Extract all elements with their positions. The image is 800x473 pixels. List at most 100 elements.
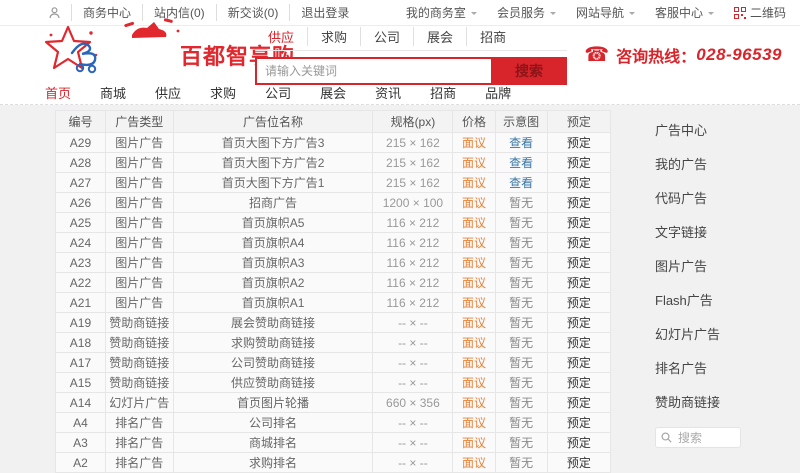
nav-item-home[interactable]: 首页: [45, 83, 71, 102]
topbar-right: 我的商务室 会员服务 网站导航 客服中心 二维码: [406, 4, 786, 21]
phone-icon: ☎: [584, 42, 609, 67]
search-tab-supply[interactable]: 供应: [255, 27, 307, 46]
sidebar: 广告中心 我的广告 代码广告 文字链接 图片广告 Flash广告 幻灯片广告 排…: [655, 113, 790, 448]
sidebar-item-ranking-ads[interactable]: 排名广告: [655, 351, 790, 385]
reserve-link[interactable]: 预定: [567, 196, 591, 210]
search-tab-buy[interactable]: 求购: [307, 27, 360, 46]
reserve-link[interactable]: 预定: [567, 216, 591, 230]
ad-name-cell: 首页旗帜A3: [242, 256, 305, 270]
search-tab-expo[interactable]: 展会: [413, 27, 466, 46]
ad-spec-cell: -- × --: [398, 456, 428, 470]
ad-id-cell: A15: [70, 376, 91, 390]
ad-spec-cell: -- × --: [398, 436, 428, 450]
chevron-down-icon: [629, 12, 635, 18]
reserve-link[interactable]: 预定: [567, 336, 591, 350]
search-input[interactable]: [255, 57, 491, 85]
nav-item-company[interactable]: 公司: [265, 83, 291, 102]
ad-type-cell: 图片广告: [115, 216, 163, 230]
sidebar-item-image-ads[interactable]: 图片广告: [655, 249, 790, 283]
table-row: A15赞助商链接供应赞助商链接-- × --面议暂无预定: [56, 373, 611, 393]
sidebar-item-text-links[interactable]: 文字链接: [655, 215, 790, 249]
hotline: ☎ 咨询热线： 028-96539: [584, 42, 782, 67]
ad-price-label: 面议: [462, 156, 486, 170]
topbar-link-logout[interactable]: 退出登录: [289, 4, 360, 21]
preview-none-label: 暂无: [509, 336, 533, 350]
ad-type-cell: 赞助商链接: [109, 356, 169, 370]
ad-spec-cell: 215 × 162: [386, 176, 440, 190]
preview-none-label: 暂无: [509, 376, 533, 390]
ad-id-cell: A2: [73, 456, 88, 470]
ad-name-cell: 首页图片轮播: [237, 396, 309, 410]
ad-price-label: 面议: [462, 316, 486, 330]
reserve-link[interactable]: 预定: [567, 376, 591, 390]
ad-spec-cell: 116 × 212: [386, 276, 439, 290]
preview-none-label: 暂无: [509, 236, 533, 250]
preview-view-link[interactable]: 查看: [509, 176, 533, 190]
sidebar-item-code-ads[interactable]: 代码广告: [655, 181, 790, 215]
sidebar-item-slideshow-ads[interactable]: 幻灯片广告: [655, 317, 790, 351]
table-header-row: 编号 广告类型 广告位名称 规格(px) 价格 示意图 预定: [56, 111, 611, 133]
nav-item-brand[interactable]: 品牌: [485, 83, 511, 102]
table-row: A3排名广告商城排名-- × --面议暂无预定: [56, 433, 611, 453]
nav-item-expo[interactable]: 展会: [320, 83, 346, 102]
nav-item-news[interactable]: 资讯: [375, 83, 401, 102]
sidebar-item-my-ads[interactable]: 我的广告: [655, 147, 790, 181]
ad-type-cell: 赞助商链接: [109, 316, 169, 330]
preview-none-label: 暂无: [509, 456, 533, 470]
ad-price-label: 面议: [462, 216, 486, 230]
sidebar-item-flash-ads[interactable]: Flash广告: [655, 283, 790, 317]
table-row: A18赞助商链接求购赞助商链接-- × --面议暂无预定: [56, 333, 611, 353]
ad-type-cell: 图片广告: [115, 236, 163, 250]
reserve-link[interactable]: 预定: [567, 176, 591, 190]
table-row: A23图片广告首页旗帜A3116 × 212面议暂无预定: [56, 253, 611, 273]
reserve-link[interactable]: 预定: [567, 256, 591, 270]
ad-table-body: A29图片广告首页大图下方广告3215 × 162面议查看预定A28图片广告首页…: [56, 133, 611, 473]
nav-item-supply[interactable]: 供应: [155, 83, 181, 102]
reserve-link[interactable]: 预定: [567, 316, 591, 330]
reserve-link[interactable]: 预定: [567, 436, 591, 450]
reserve-link[interactable]: 预定: [567, 296, 591, 310]
reserve-link[interactable]: 预定: [567, 356, 591, 370]
sidebar-item-sponsor-links[interactable]: 赞助商链接: [655, 385, 790, 419]
ad-type-cell: 图片广告: [115, 296, 163, 310]
topbar-menu-customer-service[interactable]: 客服中心: [655, 4, 714, 21]
reserve-link[interactable]: 预定: [567, 236, 591, 250]
hotline-label: 咨询热线：: [616, 43, 696, 67]
preview-view-link[interactable]: 查看: [509, 136, 533, 150]
search-button[interactable]: 搜索: [491, 57, 567, 85]
table-row: A28图片广告首页大图下方广告2215 × 162面议查看预定: [56, 153, 611, 173]
preview-none-label: 暂无: [509, 216, 533, 230]
topbar-menu-my-office[interactable]: 我的商务室: [406, 4, 477, 21]
ad-id-cell: A25: [70, 216, 91, 230]
table-row: A22图片广告首页旗帜A2116 × 212面议暂无预定: [56, 273, 611, 293]
reserve-link[interactable]: 预定: [567, 456, 591, 470]
ad-price-label: 面议: [462, 256, 486, 270]
nav-item-mall[interactable]: 商城: [100, 83, 126, 102]
reserve-link[interactable]: 预定: [567, 276, 591, 290]
search-tab-invest[interactable]: 招商: [466, 27, 519, 46]
ad-type-cell: 排名广告: [115, 416, 163, 430]
nav-item-buy[interactable]: 求购: [210, 83, 236, 102]
table-row: A4排名广告公司排名-- × --面议暂无预定: [56, 413, 611, 433]
sidebar-item-ad-center[interactable]: 广告中心: [655, 113, 790, 147]
ad-type-cell: 图片广告: [115, 156, 163, 170]
search-tab-company[interactable]: 公司: [360, 27, 413, 46]
reserve-link[interactable]: 预定: [567, 396, 591, 410]
preview-none-label: 暂无: [509, 356, 533, 370]
sidebar-search-input[interactable]: [676, 430, 734, 446]
topbar-menu-site-nav[interactable]: 网站导航: [576, 4, 635, 21]
nav-item-invest[interactable]: 招商: [430, 83, 456, 102]
search-area: 供应 求购 公司 展会 招商 搜索: [255, 27, 567, 85]
topbar-menu-label: 客服中心: [655, 4, 703, 21]
topbar-menu-member-services[interactable]: 会员服务: [497, 4, 556, 21]
reserve-link[interactable]: 预定: [567, 416, 591, 430]
reserve-link[interactable]: 预定: [567, 156, 591, 170]
reserve-link[interactable]: 预定: [567, 136, 591, 150]
qr-code-link[interactable]: 二维码: [734, 4, 786, 21]
table-row: A27图片广告首页大图下方广告1215 × 162面议查看预定: [56, 173, 611, 193]
qr-code-label: 二维码: [750, 4, 786, 21]
ad-price-label: 面议: [462, 276, 486, 290]
preview-view-link[interactable]: 查看: [509, 156, 533, 170]
ad-id-cell: A23: [70, 256, 91, 270]
hotline-number: 028-96539: [696, 45, 782, 65]
